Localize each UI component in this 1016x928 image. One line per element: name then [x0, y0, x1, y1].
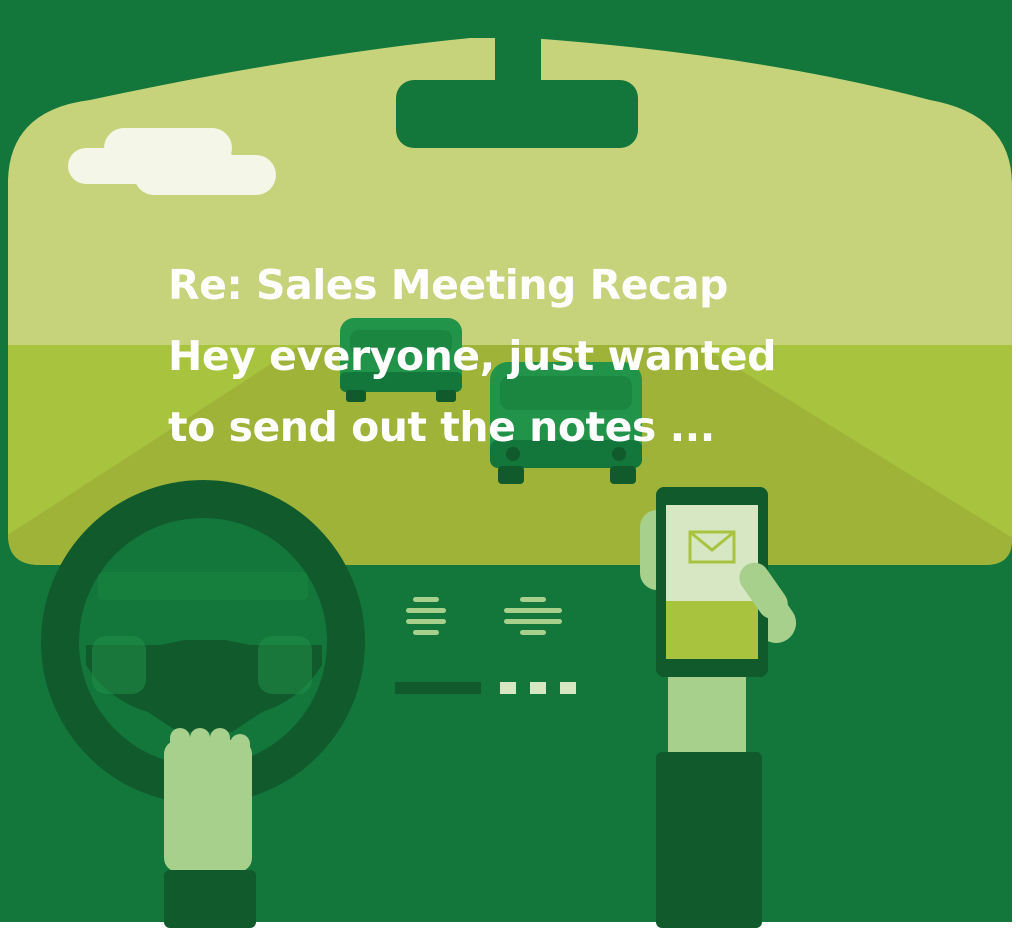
- message-overlay: Re: Sales Meeting Recap Hey everyone, ju…: [168, 250, 928, 463]
- message-preview-line: Hey everyone, just wanted: [168, 332, 776, 380]
- dashboard-slot: [395, 682, 481, 694]
- message-preview-line: to send out the notes ...: [168, 403, 715, 451]
- left-hand: [164, 728, 252, 872]
- right-sleeve: [656, 752, 762, 928]
- phone-screen-bottom: [666, 601, 758, 659]
- message-subject: Re: Sales Meeting Recap: [168, 261, 728, 309]
- mirror-mount-gap: [495, 26, 541, 86]
- white-margin-right: [1012, 0, 1016, 928]
- left-sleeve: [164, 870, 256, 928]
- rearview-mirror: [396, 80, 638, 148]
- white-margin-bottom: [0, 922, 1016, 928]
- driving-scene-illustration: [0, 0, 1016, 928]
- dashboard-buttons: [500, 682, 576, 694]
